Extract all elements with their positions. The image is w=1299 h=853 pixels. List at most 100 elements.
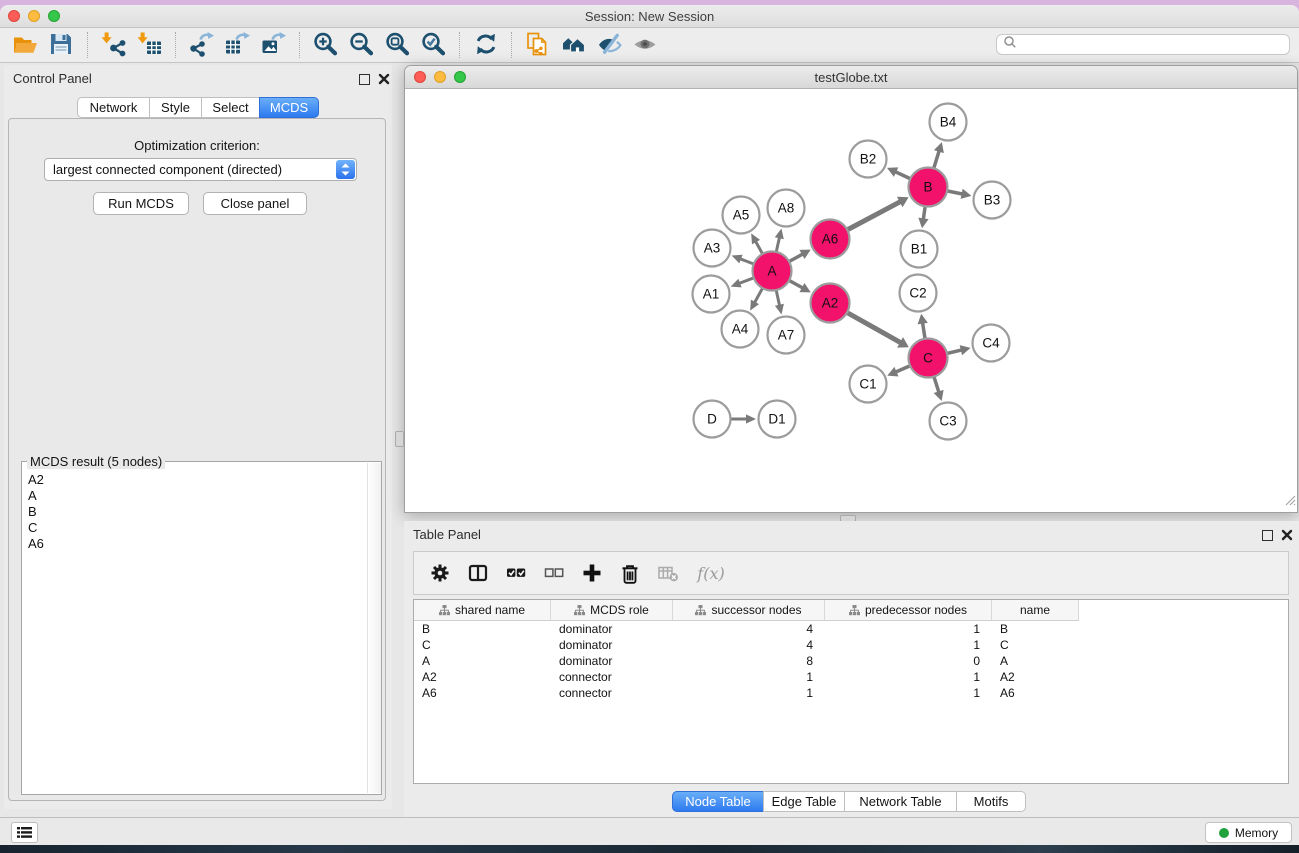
refresh-button[interactable] — [468, 30, 504, 60]
table-row[interactable]: Adominator80A — [414, 653, 1288, 669]
graph-node-A5[interactable]: A5 — [723, 197, 760, 234]
table-row[interactable]: A2connector11A2 — [414, 669, 1288, 685]
app-titlebar[interactable]: Session: New Session — [0, 5, 1299, 28]
first-neighbors-button[interactable] — [556, 30, 592, 60]
toolbar-separator — [459, 32, 461, 58]
table-cell: 1 — [825, 638, 992, 652]
network-graph[interactable]: B4 B2 B B3 A5A8A6 A3 B1 A A1 C2 A2 A4 A7 C C4 C1 C3 D D1 — [405, 89, 1297, 512]
graph-node-A7[interactable]: A7 — [768, 317, 805, 354]
graph-node-D1[interactable]: D1 — [759, 401, 796, 438]
import-table-button[interactable] — [132, 30, 168, 60]
network-canvas[interactable]: B4 B2 B B3 A5A8A6 A3 B1 A A1 C2 A2 A4 A7 C C4 C1 C3 D D1 — [405, 89, 1297, 512]
zoom-in-button[interactable] — [308, 30, 344, 60]
graph-node-C3[interactable]: C3 — [930, 403, 967, 440]
show-columns-icon[interactable] — [466, 562, 489, 585]
select-all-icon[interactable] — [504, 562, 527, 585]
graph-node-C[interactable]: C — [909, 339, 948, 378]
table-close-panel-icon[interactable] — [1281, 528, 1293, 540]
table-tabs: Node TableEdge TableNetwork TableMotifs — [672, 791, 1026, 812]
open-session-button[interactable] — [8, 30, 44, 60]
close-panel-button[interactable]: Close panel — [203, 192, 307, 215]
function-builder-icon[interactable]: f(x) — [694, 562, 728, 585]
graph-node-C4[interactable]: C4 — [973, 325, 1010, 362]
graph-node-A6[interactable]: A6 — [811, 220, 850, 259]
run-mcds-button[interactable]: Run MCDS — [93, 192, 189, 215]
delete-rows-icon[interactable] — [618, 562, 641, 585]
graph-node-A2[interactable]: A2 — [811, 284, 850, 323]
svg-text:A7: A7 — [778, 328, 795, 343]
tab-style[interactable]: Style — [149, 97, 202, 118]
graph-node-A8[interactable]: A8 — [768, 190, 805, 227]
deselect-all-icon[interactable] — [542, 562, 565, 585]
add-column-icon[interactable] — [580, 562, 603, 585]
graph-node-B1[interactable]: B1 — [901, 231, 938, 268]
svg-text:A3: A3 — [704, 241, 721, 256]
mcds-result-scrollbar[interactable] — [367, 463, 381, 793]
hide-selected-button[interactable] — [592, 30, 628, 60]
save-session-button[interactable] — [44, 30, 80, 60]
zoom-out-button[interactable] — [344, 30, 380, 60]
mcds-result-item[interactable]: A — [28, 488, 381, 504]
graph-node-A[interactable]: A — [753, 252, 792, 291]
graph-node-A3[interactable]: A3 — [694, 230, 731, 267]
export-network-button[interactable] — [184, 30, 220, 60]
graph-node-D[interactable]: D — [694, 401, 731, 438]
export-image-button[interactable] — [256, 30, 292, 60]
table-row[interactable]: A6connector11A6 — [414, 685, 1288, 701]
tab-motifs[interactable]: Motifs — [956, 791, 1026, 812]
clear-table-icon[interactable] — [656, 562, 679, 585]
search-input[interactable] — [1021, 37, 1289, 53]
dropdown-stepper-icon — [336, 160, 355, 179]
graph-node-A4[interactable]: A4 — [722, 311, 759, 348]
table-cell: A — [414, 654, 551, 668]
table-row[interactable]: Cdominator41C — [414, 637, 1288, 653]
graph-node-B[interactable]: B — [909, 168, 948, 207]
float-panel-icon[interactable] — [359, 74, 370, 85]
search-field[interactable] — [996, 34, 1290, 55]
column-header-predecessor-nodes[interactable]: predecessor nodes — [825, 600, 992, 621]
tab-network[interactable]: Network — [77, 97, 150, 118]
table-row[interactable]: Bdominator41B — [414, 621, 1288, 637]
mcds-result-item[interactable]: A6 — [28, 536, 381, 552]
task-history-button[interactable] — [11, 822, 38, 843]
vertical-splitter-handle[interactable] — [395, 431, 404, 447]
graph-node-C2[interactable]: C2 — [900, 275, 937, 312]
optimization-criterion-dropdown[interactable]: largest connected component (directed) — [44, 158, 357, 181]
zoom-fit-button[interactable] — [380, 30, 416, 60]
zoom-selected-button[interactable] — [416, 30, 452, 60]
graph-node-B2[interactable]: B2 — [850, 141, 887, 178]
table-settings-icon[interactable] — [428, 562, 451, 585]
column-header-MCDS-role[interactable]: MCDS role — [551, 600, 673, 621]
resize-grip-icon[interactable] — [1283, 493, 1296, 511]
mcds-result-item[interactable]: B — [28, 504, 381, 520]
wallpaper-bottom-strip — [0, 845, 1299, 853]
column-header-name[interactable]: name — [992, 600, 1079, 621]
graph-node-C1[interactable]: C1 — [850, 366, 887, 403]
mcds-result-item[interactable]: C — [28, 520, 381, 536]
tab-select[interactable]: Select — [201, 97, 260, 118]
column-header-shared-name[interactable]: shared name — [414, 600, 551, 621]
search-icon — [1003, 35, 1017, 54]
table-header-row: shared nameMCDS rolesuccessor nodesprede… — [414, 600, 1288, 621]
app-title: Session: New Session — [0, 9, 1299, 24]
tab-mcds[interactable]: MCDS — [259, 97, 319, 118]
column-header-successor-nodes[interactable]: successor nodes — [673, 600, 825, 621]
table-float-panel-icon[interactable] — [1262, 530, 1273, 541]
tab-edge-table[interactable]: Edge Table — [763, 791, 845, 812]
svg-text:C: C — [923, 351, 933, 366]
network-window-titlebar[interactable]: testGlobe.txt — [405, 66, 1297, 89]
table-cell: connector — [551, 670, 673, 684]
new-network-from-selection-button[interactable] — [520, 30, 556, 60]
show-all-button[interactable] — [628, 30, 664, 60]
memory-button[interactable]: Memory — [1205, 822, 1292, 843]
mcds-result-item[interactable]: A2 — [28, 472, 381, 488]
close-panel-icon[interactable] — [378, 72, 390, 84]
tab-network-table[interactable]: Network Table — [844, 791, 957, 812]
graph-node-B3[interactable]: B3 — [974, 182, 1011, 219]
table-cell: A6 — [992, 686, 1079, 700]
tab-node-table[interactable]: Node Table — [672, 791, 764, 812]
import-network-button[interactable] — [96, 30, 132, 60]
graph-node-B4[interactable]: B4 — [930, 104, 967, 141]
export-table-button[interactable] — [220, 30, 256, 60]
graph-node-A1[interactable]: A1 — [693, 276, 730, 313]
